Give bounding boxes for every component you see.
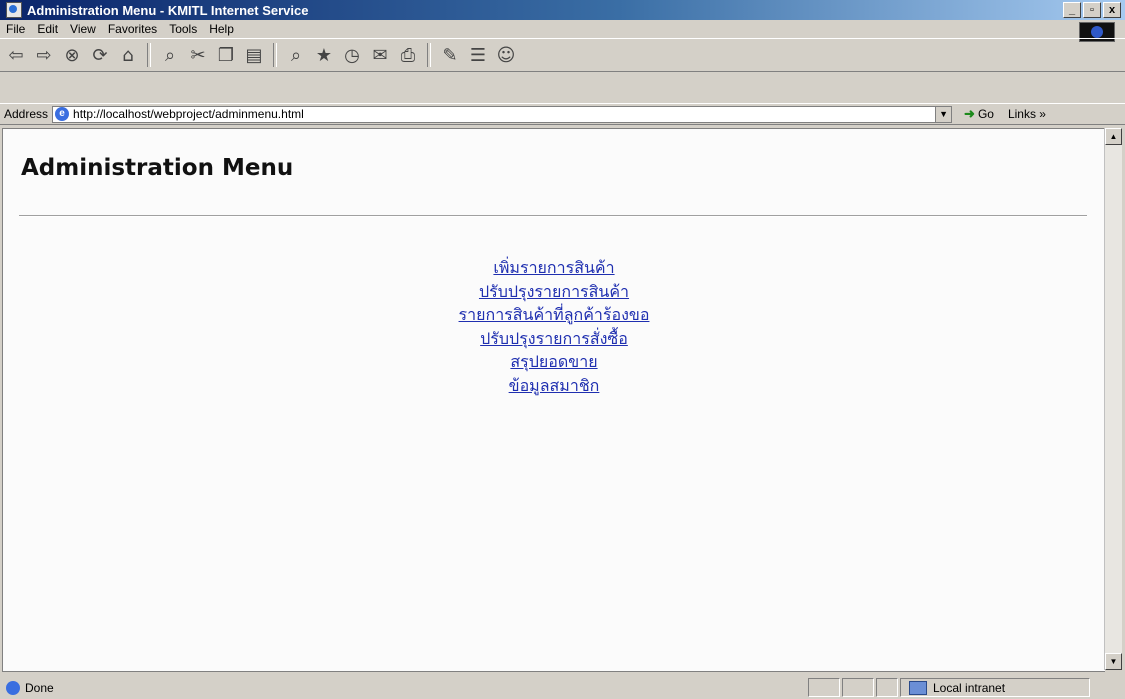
intranet-zone-icon bbox=[909, 680, 927, 695]
ie-page-icon: e bbox=[55, 107, 70, 121]
messenger-icon[interactable]: ☺ bbox=[494, 43, 518, 67]
address-bar: Address e http://localhost/webproject/ad… bbox=[0, 103, 1125, 125]
copy-icon[interactable]: ❐ bbox=[214, 43, 238, 67]
toolbar-separator bbox=[147, 43, 151, 67]
standard-toolbar: ⇦ ⇨ ⊗ ⟳ ⌂ ⌕ ✂ ❐ ▤ ⌕ ★ ◷ ✉ ⎙ ✎ ☰ ☺ bbox=[0, 38, 1125, 72]
menu-file[interactable]: File bbox=[6, 22, 25, 36]
history-icon[interactable]: ◷ bbox=[340, 43, 364, 67]
stop-icon[interactable]: ⊗ bbox=[60, 43, 84, 67]
scroll-up-icon[interactable]: ▲ bbox=[1105, 128, 1122, 145]
zone-label: Local intranet bbox=[933, 680, 1006, 695]
link-add-product[interactable]: เพิ่มรายการสินค้า bbox=[493, 256, 614, 280]
link-customer-requests[interactable]: รายการสินค้าที่ลูกค้าร้องขอ bbox=[459, 303, 650, 327]
status-pane bbox=[876, 678, 898, 697]
menu-tools[interactable]: Tools bbox=[169, 22, 197, 36]
menu-help[interactable]: Help bbox=[209, 22, 234, 36]
edit-icon[interactable]: ✎ bbox=[438, 43, 462, 67]
search-icon[interactable]: ⌕ bbox=[158, 43, 182, 67]
vertical-scrollbar[interactable]: ▲ ▼ bbox=[1104, 128, 1122, 670]
horizontal-rule bbox=[19, 215, 1087, 217]
menu-bar: File Edit View Favorites Tools Help bbox=[0, 20, 1125, 38]
mail-icon[interactable]: ✉ bbox=[368, 43, 392, 67]
toolbar-separator bbox=[273, 43, 277, 67]
status-main-pane: Done bbox=[6, 680, 806, 695]
paste-icon[interactable]: ▤ bbox=[242, 43, 266, 67]
discuss-icon[interactable]: ☰ bbox=[466, 43, 490, 67]
cut-icon[interactable]: ✂ bbox=[186, 43, 210, 67]
ie-app-icon[interactable] bbox=[6, 2, 22, 18]
menu-view[interactable]: View bbox=[70, 22, 96, 36]
menu-favorites[interactable]: Favorites bbox=[108, 22, 157, 36]
close-button[interactable]: x bbox=[1103, 2, 1121, 18]
address-dropdown-icon[interactable]: ▼ bbox=[935, 106, 952, 122]
status-bar: Done Local intranet bbox=[0, 676, 1125, 699]
page-title: Administration Menu bbox=[21, 155, 294, 181]
forward-icon[interactable]: ⇨ bbox=[32, 43, 56, 67]
go-arrow-icon: ➜ bbox=[964, 106, 975, 121]
minimize-button[interactable]: _ bbox=[1063, 2, 1081, 18]
window-controls: _ ▫ x bbox=[1063, 2, 1121, 18]
go-label: Go bbox=[977, 107, 994, 121]
page-status-icon bbox=[6, 680, 20, 695]
window-title: Administration Menu - KMITL Internet Ser… bbox=[27, 2, 309, 18]
home-icon[interactable]: ⌂ bbox=[116, 43, 140, 67]
refresh-icon[interactable]: ⟳ bbox=[88, 43, 112, 67]
links-button[interactable]: Links » bbox=[1008, 107, 1046, 121]
admin-link-list: เพิ่มรายการสินค้า ปรับปรุงรายการสินค้า ร… bbox=[3, 256, 1105, 397]
security-zone-pane: Local intranet bbox=[900, 678, 1090, 697]
address-input[interactable]: e http://localhost/webproject/adminmenu.… bbox=[52, 105, 953, 123]
link-update-products[interactable]: ปรับปรุงรายการสินค้า bbox=[479, 280, 629, 304]
window-title-bar[interactable]: Administration Menu - KMITL Internet Ser… bbox=[0, 0, 1125, 20]
find-icon[interactable]: ⌕ bbox=[284, 43, 308, 67]
address-url[interactable]: http://localhost/webproject/adminmenu.ht… bbox=[73, 107, 304, 121]
link-update-orders[interactable]: ปรับปรุงรายการสั่งซื้อ bbox=[480, 327, 628, 351]
address-label: Address bbox=[4, 107, 49, 121]
toolbar-separator bbox=[427, 43, 431, 67]
go-button[interactable]: ➜ Go bbox=[964, 106, 994, 122]
print-icon[interactable]: ⎙ bbox=[396, 43, 420, 67]
link-sales-summary[interactable]: สรุปยอดขาย bbox=[510, 350, 597, 374]
link-member-info[interactable]: ข้อมูลสมาชิก bbox=[509, 374, 600, 398]
status-pane bbox=[842, 678, 874, 697]
status-pane bbox=[808, 678, 840, 697]
favorites-icon[interactable]: ★ bbox=[312, 43, 336, 67]
status-text: Done bbox=[25, 680, 54, 695]
back-icon[interactable]: ⇦ bbox=[4, 43, 28, 67]
page-viewport: Administration Menu เพิ่มรายการสินค้า ปร… bbox=[2, 128, 1105, 672]
menu-edit[interactable]: Edit bbox=[37, 22, 58, 36]
maximize-button[interactable]: ▫ bbox=[1083, 2, 1101, 18]
scroll-down-icon[interactable]: ▼ bbox=[1105, 653, 1122, 670]
